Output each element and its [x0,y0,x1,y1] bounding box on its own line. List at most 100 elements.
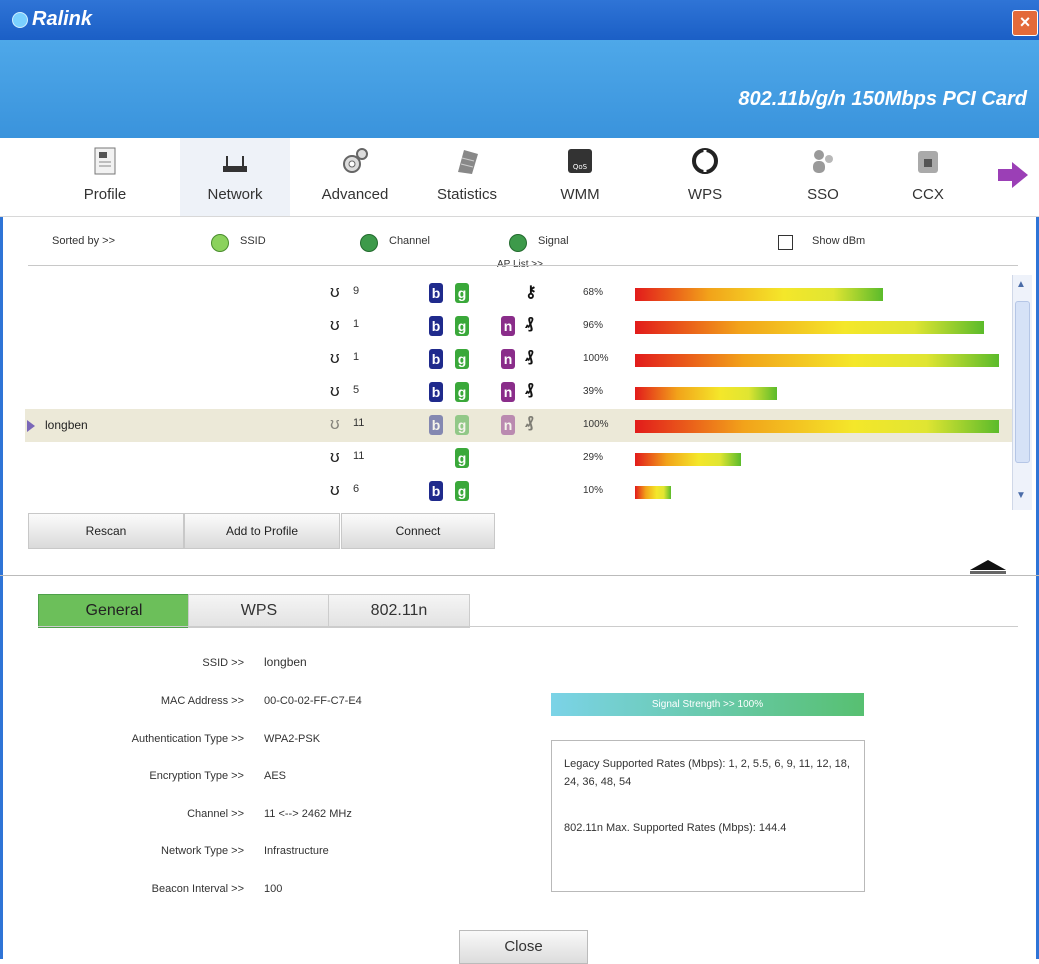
mode-b-icon: b [429,415,443,435]
selected-row-arrow-icon [27,420,35,432]
sort-bar: Sorted by >> SSID Channel Signal AP List… [0,226,1039,270]
tab-statistics[interactable]: Statistics [412,138,522,216]
mode-n-icon: n [501,349,515,369]
collapse-arrow-base [970,571,1006,574]
ap-signal-percent: 10% [583,485,604,496]
beacon-value: 100 [264,883,283,895]
antenna-icon: ʊ [330,447,340,466]
security-key-icon: ⚷ [525,284,537,301]
tab-sso[interactable]: SSO [768,138,878,216]
statistics-icon [458,150,478,174]
sort-channel-label: Channel [389,235,430,247]
tab-general[interactable]: General [38,594,190,628]
svg-text:QoS: QoS [573,163,588,171]
tab-label: WPS [687,186,723,203]
ap-signal-percent: 96% [583,320,604,331]
tab-network[interactable]: Network [180,138,290,216]
signal-strength-bar: Signal Strength >> 100% [551,693,864,716]
ap-signal-bar [635,453,741,466]
sort-channel-radio[interactable] [360,234,378,252]
encryption-value: AES [264,770,287,782]
mode-g-icon: g [455,283,469,303]
tab-advanced[interactable]: Advanced [300,138,410,216]
network-type-label: Network Type >> [161,845,244,857]
ap-list: ʊ 9 b g ⚷ 68% ʊ 1 b g n ₰ 96% ʊ 1 b g n ₰ 100% ʊ 5 b g n ₰ 39% long… [25,275,1031,510]
scroll-up-icon[interactable]: ▲ [1016,279,1026,290]
mode-b-icon: b [429,382,443,402]
ap-signal-bar [635,387,777,400]
antenna-icon: ʊ [330,315,340,334]
ap-signal-percent: 68% [583,287,604,298]
ap-signal-bar [635,288,883,301]
ap-row[interactable]: ʊ 11 g 29% [25,442,1015,475]
section-divider [0,575,1039,576]
supported-rates-box: Legacy Supported Rates (Mbps): 1, 2, 5.5… [551,740,865,892]
close-icon[interactable]: × [1012,10,1038,36]
tab-label: WMM [560,186,600,203]
tab-ccx[interactable]: CCX [873,138,983,216]
antenna-icon: ʊ [330,414,340,433]
show-dbm-label: Show dBm [812,235,866,247]
ssid-value: longben [264,655,307,669]
mode-n-icon: n [501,316,515,336]
mode-g-icon: g [455,316,469,336]
ap-channel: 1 [353,351,360,363]
mac-label: MAC Address >> [160,695,244,707]
wps-icon: ₰ [525,348,534,365]
ap-signal-percent: 29% [583,452,604,463]
profile-icon [94,147,116,175]
ap-signal-percent: 100% [583,353,609,364]
ap-row[interactable]: ʊ 1 b g n ₰ 96% [25,310,1015,343]
max-rates: 802.11n Max. Supported Rates (Mbps): 144… [564,822,787,834]
mode-g-icon: g [455,448,469,468]
ssid-label: SSID >> [202,657,244,669]
tab-profile[interactable]: Profile [50,138,160,216]
encryption-label: Encryption Type >> [149,770,244,782]
mode-b-icon: b [429,349,443,369]
tab-label: Profile [83,186,127,203]
connect-button[interactable]: Connect [341,513,495,549]
rescan-button[interactable]: Rescan [28,513,184,549]
channel-label: Channel >> [187,808,244,820]
product-banner: 802.11b/g/n 150Mbps PCI Card [0,40,1039,138]
ap-row[interactable]: ʊ 6 b g 10% [25,475,1015,508]
ap-row[interactable]: longben ʊ 11 b g n ₰ 100% [25,409,1015,442]
tabs-underline [38,626,1018,627]
ap-channel: 6 [353,483,360,495]
mode-b-icon: b [429,481,443,501]
tab-80211n[interactable]: 802.11n [328,594,470,628]
ap-row[interactable]: ʊ 9 b g ⚷ 68% [25,277,1015,310]
mode-b-icon: b [429,316,443,336]
tab-wps[interactable]: WPS [650,138,760,216]
router-icon [223,156,247,172]
sort-signal-radio[interactable] [509,234,527,252]
tab-wps-detail[interactable]: WPS [188,594,330,628]
ap-signal-bar [635,420,999,433]
show-dbm-checkbox[interactable] [778,235,793,250]
auth-value: WPA2-PSK [264,733,321,745]
network-type-value: Infrastructure [264,845,329,857]
tab-wmm[interactable]: QoS WMM [525,138,635,216]
mode-g-icon: g [455,415,469,435]
collapse-arrow-icon[interactable] [970,560,1006,570]
qos-icon: QoS [568,149,592,173]
ap-channel: 11 [353,450,365,462]
scroll-down-icon[interactable]: ▼ [1016,490,1026,501]
add-to-profile-button[interactable]: Add to Profile [184,513,340,549]
ap-row[interactable]: ʊ 1 b g n ₰ 100% [25,343,1015,376]
ap-signal-percent: 100% [583,419,609,430]
sort-ssid-radio[interactable] [211,234,229,252]
wps-icon: ₰ [525,381,534,398]
users-icon [813,150,833,173]
next-arrow-icon[interactable] [996,160,1030,190]
ap-channel: 9 [353,285,360,297]
detail-tabs: General WPS 802.11n [38,594,470,628]
mode-g-icon: g [455,349,469,369]
ap-row[interactable]: ʊ 5 b g n ₰ 39% [25,376,1015,409]
ap-list-scrollbar[interactable]: ▲ ▼ [1012,275,1032,510]
wps-icon: ₰ [525,315,534,332]
main-toolbar: Profile Network Advanced Statistics QoS … [0,138,1039,217]
sort-divider [28,265,1018,266]
scroll-thumb[interactable] [1015,301,1030,463]
window-title: Ralink [32,8,93,30]
